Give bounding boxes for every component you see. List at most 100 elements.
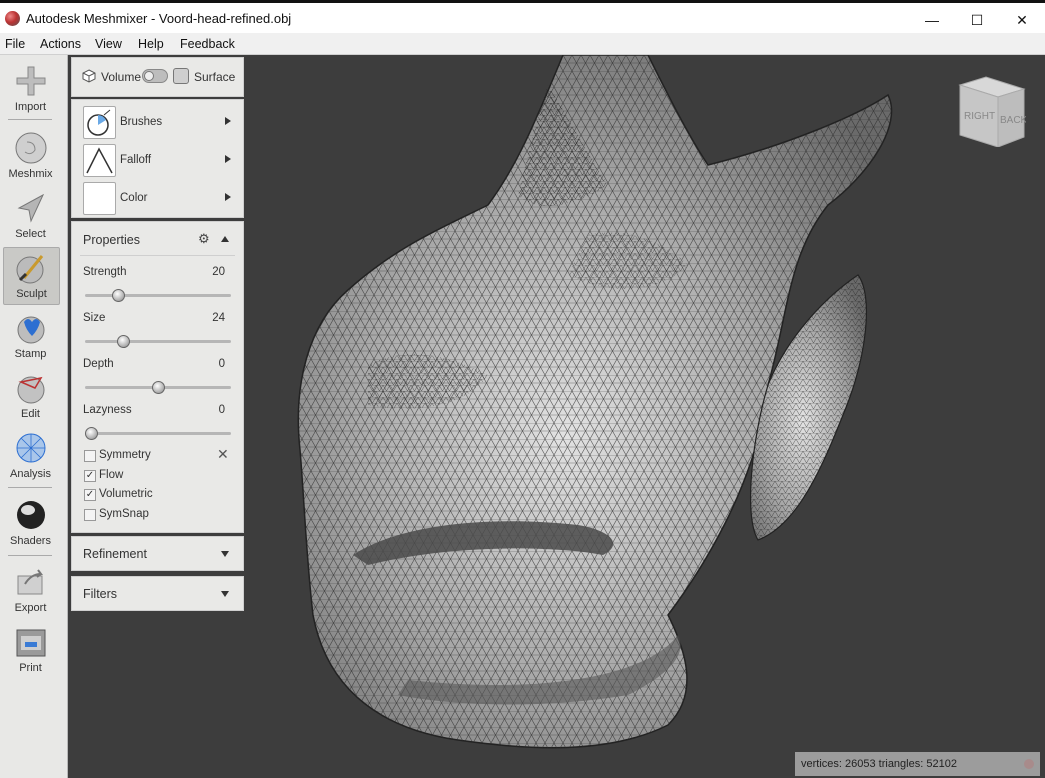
meshmixer-window: Autodesk Meshmixer - Voord-head-refined.… [0,0,1045,778]
menu-feedback[interactable]: Feedback [180,37,235,51]
tool-label: Export [14,602,47,614]
size-value[interactable]: 24 [212,312,225,324]
cube-face-right[interactable]: RIGHT [964,111,995,122]
color-label: Color [120,192,148,204]
size-label: Size [83,312,106,324]
brushes-expand-icon [225,117,231,125]
sculpt-brush-icon [16,255,44,284]
color-expand-icon [225,193,231,201]
brush-circle-icon [87,109,111,136]
tool-label: Sculpt [16,288,47,300]
left-toolbar: Import Meshmix Select Sculpt Stamp Edit … [0,55,68,778]
properties-title: Properties [83,233,140,247]
refinement-panel[interactable]: Refinement [71,536,244,571]
expand-down-icon [221,591,229,597]
refinement-title: Refinement [83,547,147,561]
surface-label[interactable]: Surface [194,70,235,84]
lazyness-slider[interactable] [85,427,231,440]
brush-panel: Brushes Falloff Color [71,99,244,218]
tool-label: Select [15,228,46,240]
menu-view[interactable]: View [95,37,122,51]
brushes-swatch [83,106,116,139]
mesh-stats: vertices: 26053 triangles: 52102 [801,758,957,770]
falloff-expand-icon [225,155,231,163]
filters-panel[interactable]: Filters [71,576,244,611]
maximize-button[interactable]: ☐ [954,6,1000,34]
tool-export[interactable]: Export [3,562,58,618]
plus-icon [16,66,46,96]
volume-surface-toggle[interactable] [142,69,168,83]
properties-panel: Properties ⚙ Strength 20 Size 24 Depth 0… [71,221,244,533]
brushes-label: Brushes [120,116,163,128]
brushes-row[interactable]: Brushes [72,104,243,139]
divider [80,255,235,256]
toolbar-divider [8,555,52,556]
tool-analysis[interactable]: Analysis [3,428,58,484]
meshmix-head-icon [15,132,47,164]
falloff-row[interactable]: Falloff [72,142,243,177]
lazyness-slider-knob[interactable] [85,427,98,440]
flow-label: Flow [99,469,124,481]
analysis-sphere-icon [16,433,46,463]
volumetric-checkbox[interactable]: ✓ [84,489,96,501]
status-bar: vertices: 26053 triangles: 52102 [795,752,1040,776]
tool-meshmix[interactable]: Meshmix [3,128,58,184]
strength-label: Strength [83,266,127,278]
strength-slider-knob[interactable] [111,289,125,302]
depth-value[interactable]: 0 [219,358,225,370]
minimize-button[interactable]: — [909,6,955,34]
symmetry-checkbox[interactable] [84,450,96,462]
collapse-up-icon[interactable] [221,236,229,242]
strength-slider[interactable] [85,289,231,302]
cube-face-back[interactable]: BACK [1000,115,1028,126]
symsnap-label: SymSnap [99,508,149,520]
tool-import[interactable]: Import [3,61,58,117]
printer-icon [16,629,46,657]
export-icon [17,569,43,595]
depth-slider[interactable] [85,381,231,394]
strength-value[interactable]: 20 [212,266,225,278]
size-slider[interactable] [85,335,231,348]
depth-slider-knob[interactable] [152,381,165,394]
menu-actions[interactable]: Actions [40,37,81,51]
tool-sculpt[interactable]: Sculpt [3,247,60,305]
select-arrow-icon [17,193,45,223]
lazyness-label: Lazyness [83,404,132,416]
close-button[interactable]: ✕ [999,6,1045,34]
lazyness-value[interactable]: 0 [219,404,225,416]
flow-checkbox[interactable]: ✓ [84,470,96,482]
shader-ball-icon [17,501,45,529]
surface-icon [173,68,189,84]
tool-shaders[interactable]: Shaders [3,495,58,551]
mode-panel: Volume Surface [71,57,244,97]
tool-select[interactable]: Select [3,188,58,244]
tool-label: Analysis [10,468,51,480]
falloff-curve-icon [86,147,113,174]
tool-stamp[interactable]: Stamp [3,308,58,364]
volumetric-label: Volumetric [99,488,153,500]
symmetry-tool-icon[interactable]: ✕ [217,446,229,463]
gear-icon[interactable]: ⚙ [198,231,210,247]
tool-edit[interactable]: Edit [3,368,58,424]
toolbar-divider [8,119,52,120]
tool-label: Print [19,662,42,674]
depth-label: Depth [83,358,114,370]
size-slider-knob[interactable] [117,335,131,348]
stamp-icon [17,316,45,344]
color-swatch [83,182,116,215]
tool-label: Import [14,101,47,113]
symsnap-checkbox[interactable] [84,509,96,521]
view-cube[interactable]: RIGHT BACK [958,75,1028,148]
tool-print[interactable]: Print [3,622,58,678]
status-indicator-icon [1024,759,1034,769]
title-bar: Autodesk Meshmixer - Voord-head-refined.… [0,3,1045,33]
menu-help[interactable]: Help [138,37,164,51]
expand-down-icon [221,551,229,557]
symmetry-label: Symmetry [99,449,151,461]
falloff-label: Falloff [120,154,152,166]
color-row[interactable]: Color [72,180,243,215]
volume-label[interactable]: Volume [101,70,141,84]
menu-bar: File Actions View Help Feedback [0,33,1045,55]
tool-label: Meshmix [8,168,53,180]
menu-file[interactable]: File [5,37,25,51]
